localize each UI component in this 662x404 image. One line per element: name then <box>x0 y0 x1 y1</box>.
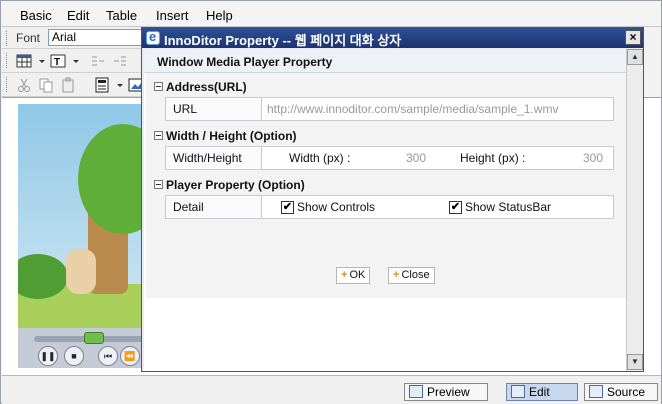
rewind-icon[interactable]: ⏪ <box>120 346 140 366</box>
detail-row: Detail ✔ Show Controls ✔ Show StatusBar <box>165 195 614 219</box>
ok-label: OK <box>349 269 366 281</box>
close-button[interactable]: × <box>625 30 641 45</box>
section-title-size: Width / Height (Option) <box>166 129 297 143</box>
source-button[interactable]: Source <box>584 383 658 401</box>
chevron-down-icon[interactable] <box>112 77 128 93</box>
merge-cells-icon[interactable] <box>90 53 106 69</box>
toolbar-grip[interactable] <box>6 77 8 92</box>
paste-icon[interactable] <box>60 77 76 93</box>
menu-edit[interactable]: Edit <box>67 8 89 23</box>
dialog-body: Window Media Player Property Address(URL… <box>144 49 626 371</box>
dialog-header: Window Media Player Property <box>157 55 333 69</box>
menu-insert[interactable]: Insert <box>156 8 189 23</box>
url-row: URL http://www.innoditor.com/sample/medi… <box>165 97 614 121</box>
width-input[interactable]: 300 <box>406 151 426 165</box>
close-dialog-button[interactable]: + Close <box>388 267 435 284</box>
section-title-address: Address(URL) <box>166 80 247 94</box>
width-label: Width (px) : <box>289 151 351 165</box>
size-row: Width/Height Width (px) : 300 Height (px… <box>165 146 614 170</box>
edit-label: Edit <box>529 385 550 399</box>
menu-bar: Basic Edit Table Insert Help <box>2 2 661 27</box>
show-controls-checkbox[interactable]: ✔ <box>281 201 294 214</box>
show-statusbar-checkbox[interactable]: ✔ <box>449 201 462 214</box>
pause-icon[interactable]: ❚❚ <box>38 346 58 366</box>
show-statusbar-label[interactable]: Show StatusBar <box>465 200 551 214</box>
property-form: Address(URL) URL http://www.innoditor.co… <box>146 73 626 298</box>
vertical-scrollbar[interactable]: ▲ ▼ <box>626 49 643 371</box>
toolbar-grip[interactable] <box>6 31 8 46</box>
copy-icon[interactable] <box>38 77 54 93</box>
cartoon-character <box>66 249 96 294</box>
cut-icon[interactable] <box>16 77 32 93</box>
scroll-down-icon[interactable]: ▼ <box>627 354 643 370</box>
property-dialog: InnoDitor Property -- 웹 페이지 대화 상자 × Wind… <box>141 27 644 372</box>
menu-table[interactable]: Table <box>106 8 137 23</box>
detail-label: Detail <box>166 196 262 218</box>
collapse-icon[interactable] <box>154 180 163 189</box>
edit-button[interactable]: Edit <box>506 383 578 401</box>
seek-thumb[interactable] <box>84 332 104 344</box>
menu-help[interactable]: Help <box>206 8 233 23</box>
font-toolbar: Font Arial <box>2 27 144 49</box>
edit-mode-icon <box>511 385 525 398</box>
ok-button[interactable]: + OK <box>336 267 371 284</box>
height-input[interactable]: 300 <box>583 151 603 165</box>
collapse-icon[interactable] <box>154 82 163 91</box>
player-controls: ❚❚ ■ ⏮ ⏪ <box>18 328 144 368</box>
stop-icon[interactable]: ■ <box>64 346 84 366</box>
preview-label: Preview <box>427 385 470 399</box>
toolbar-grip[interactable] <box>6 53 8 68</box>
show-controls-label[interactable]: Show Controls <box>297 200 375 214</box>
menu-basic[interactable]: Basic <box>20 8 52 23</box>
format-toolbar: T <box>2 49 144 73</box>
chevron-down-icon[interactable] <box>34 53 50 69</box>
source-icon <box>589 385 603 398</box>
table-icon[interactable] <box>16 53 32 69</box>
font-select[interactable]: Arial <box>48 29 144 46</box>
edit-toolbar <box>2 73 144 97</box>
document-icon[interactable] <box>94 77 110 93</box>
section-title-player: Player Property (Option) <box>166 178 305 192</box>
url-input[interactable]: http://www.innoditor.com/sample/media/sa… <box>267 102 558 116</box>
split-cells-icon[interactable] <box>112 53 128 69</box>
height-label: Height (px) : <box>460 151 526 165</box>
text-box-icon[interactable]: T <box>50 53 66 69</box>
dialog-title: InnoDitor Property -- 웹 페이지 대화 상자 <box>164 33 402 48</box>
magnifier-icon <box>409 385 423 398</box>
collapse-icon[interactable] <box>154 131 163 140</box>
ie-icon <box>146 29 160 45</box>
dialog-titlebar[interactable]: InnoDitor Property -- 웹 페이지 대화 상자 × <box>142 28 643 48</box>
close-label: Close <box>401 269 430 281</box>
url-label: URL <box>166 98 262 120</box>
size-label: Width/Height <box>166 147 262 169</box>
previous-icon[interactable]: ⏮ <box>98 346 118 366</box>
font-label: Font <box>16 31 41 45</box>
preview-button[interactable]: Preview <box>404 383 488 401</box>
media-player-embed[interactable]: ❚❚ ■ ⏮ ⏪ <box>18 104 144 368</box>
svg-text:T: T <box>54 57 60 68</box>
source-label: Source <box>607 385 646 399</box>
chevron-down-icon[interactable] <box>68 53 84 69</box>
mode-bar: Preview Edit Source <box>2 375 661 404</box>
scroll-up-icon[interactable]: ▲ <box>627 49 643 65</box>
